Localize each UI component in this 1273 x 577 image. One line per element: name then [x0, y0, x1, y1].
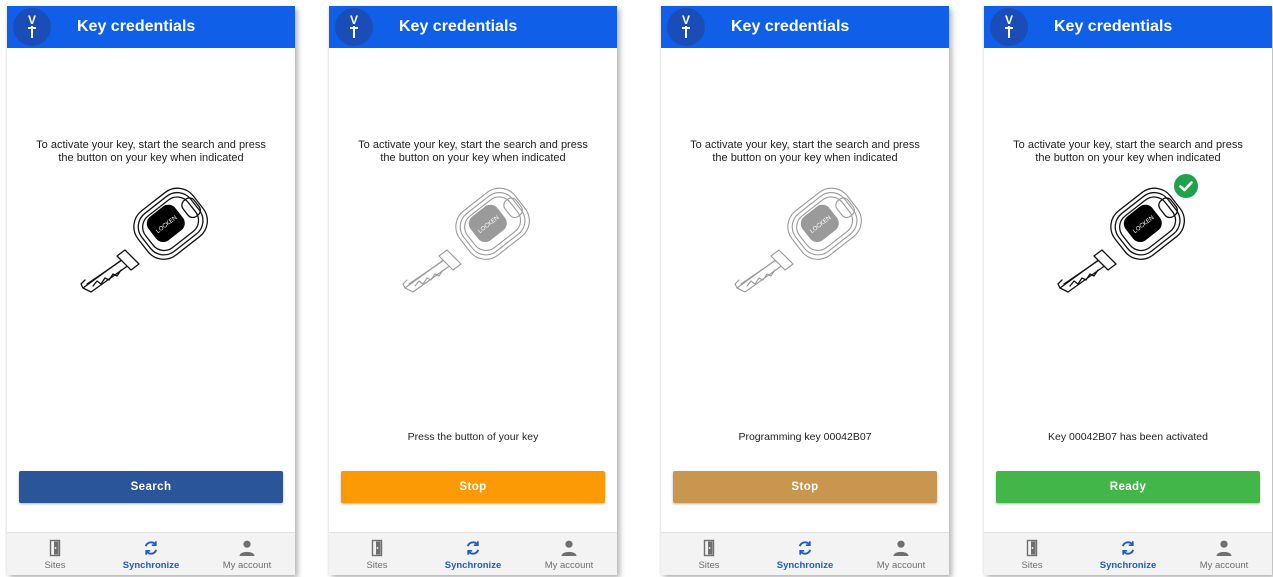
nav-item-my-account[interactable]: My account: [853, 533, 949, 575]
page-title: Key credentials: [1054, 18, 1173, 35]
app-logo: V: [335, 8, 373, 46]
app-logo: V: [13, 8, 51, 46]
status-text: Press the button of your key: [407, 431, 539, 443]
bottom-navigation: Sites Synchronize My account: [661, 532, 949, 575]
door-icon: [703, 539, 715, 557]
stop-button[interactable]: Stop: [673, 471, 937, 503]
sync-icon: [798, 541, 812, 555]
door-icon: [371, 539, 383, 557]
nav-label-sites: Sites: [44, 560, 66, 571]
nav-label-synchronize: Synchronize: [1099, 560, 1157, 571]
nav-item-synchronize[interactable]: Synchronize: [1080, 533, 1176, 575]
instruction-line-1: To activate your key, start the search a…: [36, 139, 266, 151]
key-illustration: LOCKEN: [1046, 176, 1186, 303]
page-title: Key credentials: [399, 18, 518, 35]
instruction-line-1: To activate your key, start the search a…: [358, 139, 588, 151]
instruction-line-2: the button on your key when indicated: [1035, 152, 1221, 164]
nav-label-my-account: My account: [876, 560, 926, 571]
nav-item-sites[interactable]: Sites: [7, 533, 103, 575]
nav-label-sites: Sites: [698, 560, 720, 571]
status-text: Key 00042B07 has been activated: [1048, 431, 1208, 443]
app-bar: V Key credentials: [661, 6, 949, 48]
bottom-navigation: Sites Synchronize My account: [329, 532, 617, 575]
phone-screen-programming: V Key credentials To activate your key, …: [661, 6, 949, 575]
instruction-line-2: the button on your key when indicated: [380, 152, 566, 164]
logo-letter-v: V: [350, 13, 358, 27]
nav-item-my-account[interactable]: My account: [521, 533, 617, 575]
key-illustration: LOCKEN: [69, 176, 209, 303]
nav-label-sites: Sites: [1021, 560, 1043, 571]
nav-item-sites[interactable]: Sites: [661, 533, 757, 575]
person-icon: [1216, 540, 1232, 556]
instruction-line-2: the button on your key when indicated: [712, 152, 898, 164]
instruction-line-1: To activate your key, start the search a…: [1013, 139, 1243, 151]
person-icon: [239, 540, 255, 556]
nav-label-sites: Sites: [366, 560, 388, 571]
nav-item-synchronize[interactable]: Synchronize: [103, 533, 199, 575]
nav-label-synchronize: Synchronize: [444, 560, 502, 571]
nav-item-synchronize[interactable]: Synchronize: [757, 533, 853, 575]
instruction-text: To activate your key, start the search a…: [21, 139, 281, 165]
phone-screen-idle: V Key credentials To activate your key, …: [7, 6, 295, 575]
app-logo: V: [990, 8, 1028, 46]
stop-button[interactable]: Stop: [341, 471, 605, 503]
person-icon: [561, 540, 577, 556]
instruction-text: To activate your key, start the search a…: [998, 139, 1258, 165]
page-title: Key credentials: [77, 18, 196, 35]
app-bar: V Key credentials: [329, 6, 617, 48]
instruction-line-2: the button on your key when indicated: [58, 152, 244, 164]
door-icon: [1026, 539, 1038, 557]
key-illustration: LOCKEN: [723, 176, 863, 303]
app-bar: V Key credentials: [7, 6, 295, 48]
logo-letter-v: V: [682, 13, 690, 27]
instruction-line-1: To activate your key, start the search a…: [690, 139, 920, 151]
person-icon: [893, 540, 909, 556]
bottom-navigation: Sites Synchronize My account: [7, 532, 295, 575]
status-text: Programming key 00042B07: [738, 431, 872, 443]
nav-item-sites[interactable]: Sites: [329, 533, 425, 575]
bottom-navigation: Sites Synchronize My account: [984, 532, 1272, 575]
success-check-icon: [1174, 174, 1198, 198]
logo-letter-v: V: [1005, 13, 1013, 27]
sync-icon: [466, 541, 480, 555]
nav-item-my-account[interactable]: My account: [1176, 533, 1272, 575]
page-title: Key credentials: [731, 18, 850, 35]
sync-icon: [1121, 541, 1135, 555]
phone-screen-searching: V Key credentials To activate your key, …: [329, 6, 617, 575]
nav-label-my-account: My account: [1199, 560, 1249, 571]
instruction-text: To activate your key, start the search a…: [675, 139, 935, 165]
search-button[interactable]: Search: [19, 471, 283, 503]
instruction-text: To activate your key, start the search a…: [343, 139, 603, 165]
nav-label-my-account: My account: [544, 560, 594, 571]
app-bar: V Key credentials: [984, 6, 1272, 48]
nav-label-synchronize: Synchronize: [776, 560, 834, 571]
nav-label-my-account: My account: [222, 560, 272, 571]
ready-button[interactable]: Ready: [996, 471, 1260, 503]
door-icon: [49, 539, 61, 557]
phone-screen-activated: V Key credentials To activate your key, …: [984, 6, 1272, 575]
nav-label-synchronize: Synchronize: [122, 560, 180, 571]
key-illustration: LOCKEN: [391, 176, 531, 303]
nav-item-my-account[interactable]: My account: [199, 533, 295, 575]
app-logo: V: [667, 8, 705, 46]
nav-item-sites[interactable]: Sites: [984, 533, 1080, 575]
nav-item-synchronize[interactable]: Synchronize: [425, 533, 521, 575]
sync-icon: [144, 541, 158, 555]
logo-letter-v: V: [28, 13, 36, 27]
